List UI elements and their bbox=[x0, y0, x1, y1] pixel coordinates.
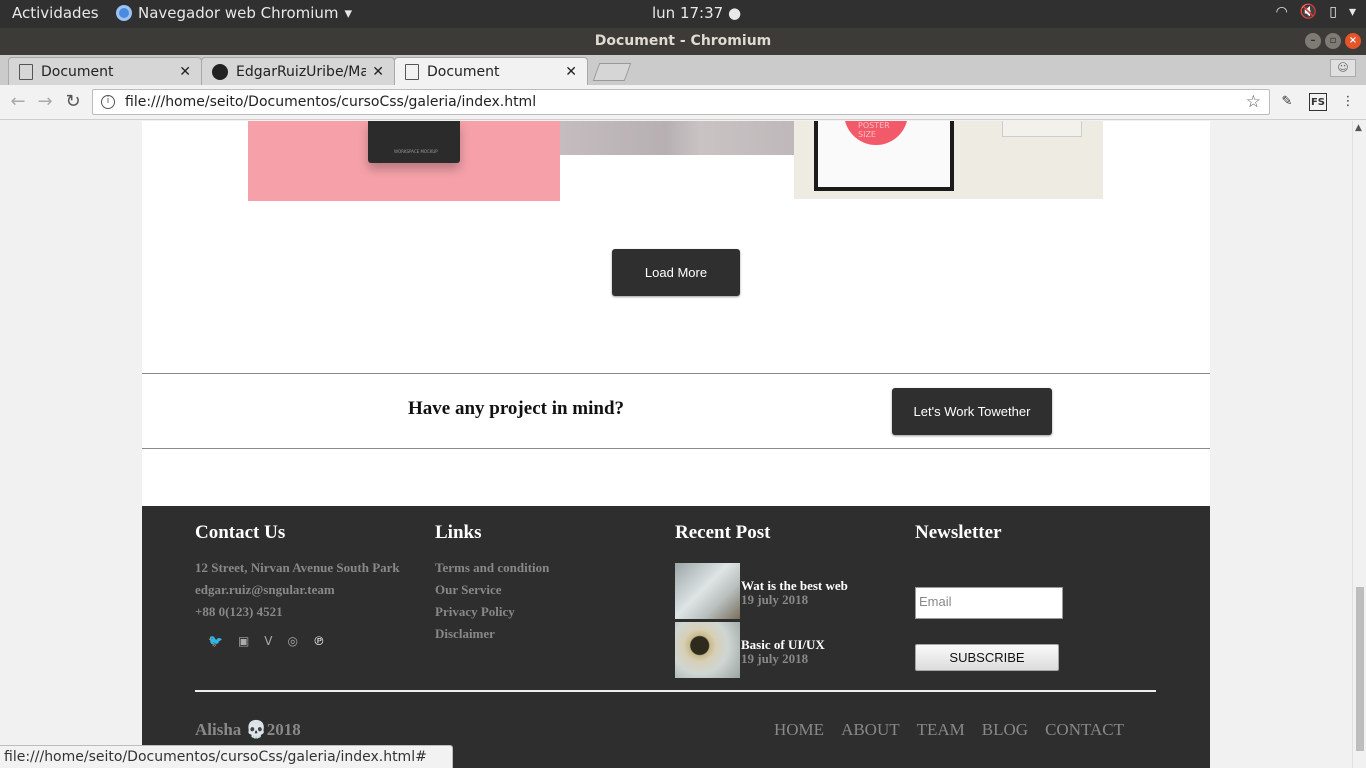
divider bbox=[142, 448, 1210, 449]
recent-post-item[interactable]: Basic of UI/UX 19 july 2018 bbox=[675, 622, 865, 678]
tab-document-1[interactable]: Document ✕ bbox=[8, 57, 202, 85]
bookmark-star-icon[interactable]: ☆ bbox=[1246, 92, 1261, 112]
chromium-icon bbox=[116, 5, 132, 21]
tab-label: Document bbox=[427, 63, 500, 80]
vine-icon[interactable]: V bbox=[264, 634, 272, 648]
footer: Contact Us 12 Street, Nirvan Avenue Sout… bbox=[142, 506, 1210, 768]
gallery-image-poster[interactable]: POSTER SIZE bbox=[794, 121, 1103, 199]
footer-brand: Alisha 💀2018 bbox=[195, 720, 301, 739]
document-icon bbox=[405, 63, 419, 80]
eyedropper-extension-icon[interactable]: ✎ bbox=[1278, 93, 1296, 111]
recent-post-item[interactable]: Wat is the best web 19 july 2018 bbox=[675, 563, 865, 619]
load-more-button[interactable]: Load More bbox=[612, 249, 740, 296]
email-input[interactable]: Email bbox=[915, 587, 1063, 619]
forward-button[interactable]: → bbox=[34, 91, 56, 113]
tab-document-active[interactable]: Document ✕ bbox=[394, 57, 588, 85]
newsletter-column: Newsletter Email SUBSCRIBE bbox=[915, 522, 1115, 682]
tab-label: Document bbox=[41, 63, 114, 80]
app-menu-label: Navegador web Chromium bbox=[138, 4, 339, 22]
close-icon[interactable]: ✕ bbox=[179, 64, 191, 80]
window-title: Document - Chromium bbox=[594, 33, 772, 49]
gnome-top-bar: Actividades Navegador web Chromium ▾ lun… bbox=[0, 0, 1366, 28]
tab-github[interactable]: EdgarRuizUribe/Ma ✕ bbox=[201, 57, 395, 85]
wifi-icon: ◠ bbox=[1275, 4, 1288, 20]
minimize-button[interactable]: – bbox=[1305, 33, 1321, 49]
github-icon bbox=[212, 63, 228, 80]
contact-phone: +88 0(123) 4521 bbox=[195, 604, 283, 619]
vertical-scrollbar[interactable]: ▲ bbox=[1352, 121, 1366, 768]
page-viewport: WORKSPACE MOCKUP POSTER SIZE Load More H… bbox=[0, 121, 1352, 768]
url-text: file:///home/seito/Documentos/cursoCss/g… bbox=[125, 94, 537, 110]
tab-strip: Document ✕ EdgarRuizUribe/Ma ✕ Document … bbox=[0, 55, 1366, 85]
maximize-button[interactable]: ▫ bbox=[1325, 33, 1341, 49]
clock[interactable]: lun 17:37 ● bbox=[652, 4, 741, 22]
activities-button[interactable]: Actividades bbox=[12, 4, 99, 22]
browser-toolbar: ← → ↻ i file:///home/seito/Documentos/cu… bbox=[0, 85, 1366, 120]
status-bubble: file:///home/seito/Documentos/cursoCss/g… bbox=[0, 745, 453, 768]
contact-email: edgar.ruiz@sngular.team bbox=[195, 582, 335, 597]
post-date: 19 july 2018 bbox=[741, 592, 809, 607]
instagram-icon[interactable]: ◎ bbox=[288, 634, 298, 648]
recent-post-title: Recent Post bbox=[675, 522, 771, 543]
poster-circle: POSTER SIZE bbox=[844, 121, 908, 145]
cta-title: Have any project in mind? bbox=[408, 398, 625, 419]
twitter-icon[interactable]: 🐦 bbox=[208, 634, 223, 648]
nav-team[interactable]: TEAM bbox=[917, 720, 965, 740]
nav-home[interactable]: HOME bbox=[774, 720, 824, 740]
post-thumbnail bbox=[675, 622, 740, 678]
chevron-down-icon: ▾ bbox=[344, 4, 353, 22]
post-date: 19 july 2018 bbox=[741, 651, 809, 666]
recent-post-column: Recent Post Wat is the best web 19 july … bbox=[675, 522, 895, 682]
box-mockup: WORKSPACE MOCKUP bbox=[368, 121, 460, 163]
facebook-icon[interactable]: ▣ bbox=[238, 634, 249, 648]
post-thumbnail bbox=[675, 563, 740, 619]
work-together-button[interactable]: Let's Work Towether bbox=[892, 388, 1052, 435]
gallery-image-grey[interactable] bbox=[560, 121, 794, 155]
close-window-button[interactable]: × bbox=[1345, 33, 1361, 49]
reload-button[interactable]: ↻ bbox=[62, 91, 84, 113]
close-icon[interactable]: ✕ bbox=[372, 64, 384, 80]
link-disclaimer[interactable]: Disclaimer bbox=[435, 626, 549, 648]
link-privacy-policy[interactable]: Privacy Policy bbox=[435, 604, 549, 626]
scrollbar-thumb[interactable] bbox=[1356, 587, 1364, 751]
info-icon[interactable]: i bbox=[101, 95, 115, 109]
battery-icon: ▯ bbox=[1329, 4, 1337, 20]
tab-label: EdgarRuizUribe/Ma bbox=[236, 63, 367, 80]
app-menu[interactable]: Navegador web Chromium ▾ bbox=[116, 4, 352, 22]
pinterest-icon[interactable]: ℗ bbox=[313, 634, 325, 648]
chevron-down-icon: ▾ bbox=[1348, 4, 1356, 20]
social-links: 🐦 ▣ V ◎ ℗ bbox=[195, 634, 400, 648]
close-icon[interactable]: ✕ bbox=[565, 64, 577, 80]
divider bbox=[142, 373, 1210, 374]
contact-address: 12 Street, Nirvan Avenue South Park bbox=[195, 560, 400, 575]
new-tab-button[interactable] bbox=[592, 63, 632, 81]
scroll-up-icon[interactable]: ▲ bbox=[1355, 123, 1362, 133]
nav-about[interactable]: ABOUT bbox=[841, 720, 900, 740]
footer-nav: HOME ABOUT TEAM BLOG CONTACT bbox=[774, 720, 1124, 740]
links-column: Links Terms and condition Our Service Pr… bbox=[435, 522, 549, 648]
fs-extension-icon[interactable]: FS bbox=[1309, 93, 1327, 111]
back-button[interactable]: ← bbox=[7, 91, 29, 113]
page-content: WORKSPACE MOCKUP POSTER SIZE Load More H… bbox=[142, 121, 1210, 768]
poster-frame: POSTER SIZE bbox=[814, 121, 954, 191]
subscribe-button[interactable]: SUBSCRIBE bbox=[915, 644, 1059, 671]
window-title-bar: Document - Chromium – ▫ × bbox=[0, 28, 1366, 55]
gallery-image-pink-box[interactable]: WORKSPACE MOCKUP bbox=[248, 121, 560, 201]
link-our-service[interactable]: Our Service bbox=[435, 582, 549, 604]
contact-title: Contact Us bbox=[195, 522, 286, 543]
profile-icon[interactable]: ☺ bbox=[1330, 59, 1356, 77]
link-terms[interactable]: Terms and condition bbox=[435, 560, 549, 582]
document-icon bbox=[19, 63, 33, 80]
address-bar[interactable]: i file:///home/seito/Documentos/cursoCss… bbox=[92, 89, 1270, 115]
nav-contact[interactable]: CONTACT bbox=[1045, 720, 1124, 740]
nav-blog[interactable]: BLOG bbox=[982, 720, 1028, 740]
links-title: Links bbox=[435, 522, 482, 543]
footer-divider bbox=[195, 690, 1156, 692]
wall-plate bbox=[1002, 121, 1082, 137]
system-tray[interactable]: ◠ 🔇 ▯ ▾ bbox=[1276, 4, 1356, 20]
newsletter-title: Newsletter bbox=[915, 522, 1002, 543]
contact-column: Contact Us 12 Street, Nirvan Avenue Sout… bbox=[195, 522, 400, 648]
volume-icon: 🔇 bbox=[1299, 4, 1318, 20]
menu-icon[interactable]: ⋮ bbox=[1339, 93, 1357, 111]
